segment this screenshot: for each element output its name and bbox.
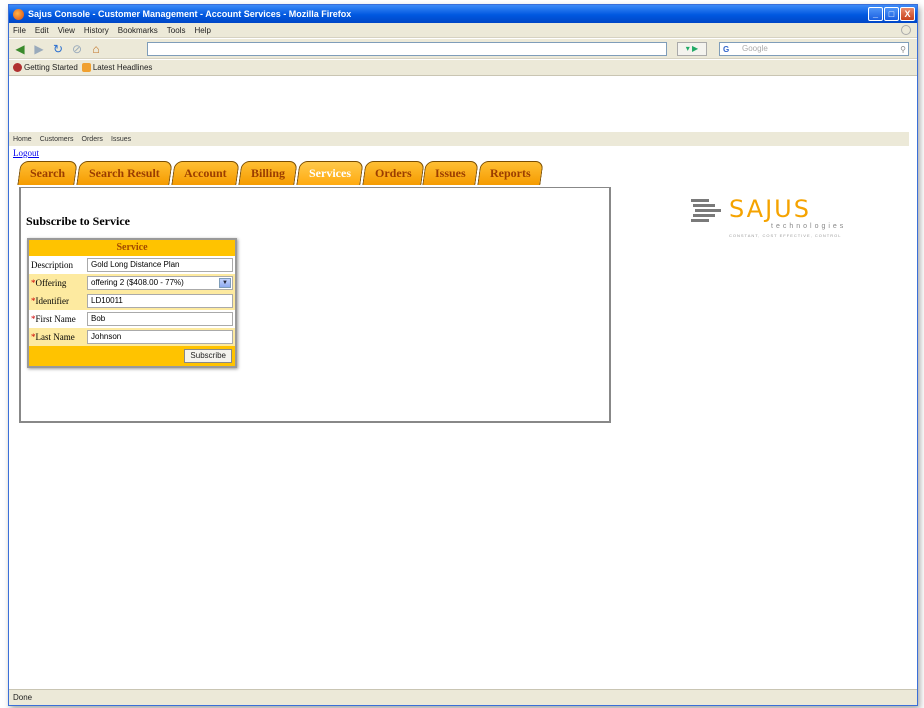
tab-account[interactable]: Account xyxy=(171,161,240,185)
firefox-bookmark-icon xyxy=(13,63,22,73)
last-name-row: *Last Name Johnson xyxy=(29,328,235,346)
tab-issues[interactable]: Issues xyxy=(422,161,479,185)
menu-file[interactable]: File xyxy=(13,26,26,35)
home-icon[interactable]: ⌂ xyxy=(89,42,103,56)
identifier-label: Identifier xyxy=(35,296,69,306)
bookmarks-bar: Getting Started Latest Headlines xyxy=(9,60,917,76)
menu-view[interactable]: View xyxy=(58,26,75,35)
logo-name: SAJUS xyxy=(729,195,811,223)
navigation-toolbar: ◀ ▶ ↻ ⊘ ⌂ ▾ ▶ G Google ⚲ xyxy=(9,39,917,59)
go-button[interactable]: ▾ ▶ xyxy=(677,42,707,56)
title-bar: Sajus Console - Customer Management - Ac… xyxy=(9,5,917,23)
description-field[interactable]: Gold Long Distance Plan xyxy=(87,258,233,272)
tab-search[interactable]: Search xyxy=(17,161,78,185)
window-title: Sajus Console - Customer Management - Ac… xyxy=(28,9,352,19)
first-name-label: First Name xyxy=(35,314,76,324)
bookmark-getting-started[interactable]: Getting Started xyxy=(13,63,78,73)
forward-icon[interactable]: ▶ xyxy=(32,42,46,56)
logo-mark-icon xyxy=(691,197,723,229)
bookmark-latest-headlines[interactable]: Latest Headlines xyxy=(81,63,152,73)
description-row: Description Gold Long Distance Plan xyxy=(29,256,235,274)
nav-home[interactable]: Home xyxy=(13,136,32,143)
subscribe-button[interactable]: Subscribe xyxy=(184,349,232,363)
services-panel: Subscribe to Service Service Description… xyxy=(19,187,611,423)
search-engine-icon[interactable]: G xyxy=(723,44,729,56)
status-bar: Done xyxy=(9,689,917,705)
url-bar[interactable] xyxy=(147,42,667,56)
page-content: Home Customers Orders Issues Logout Sear… xyxy=(9,77,917,689)
stop-icon[interactable]: ⊘ xyxy=(70,42,84,56)
menu-edit[interactable]: Edit xyxy=(35,26,49,35)
logout-link[interactable]: Logout xyxy=(13,148,39,158)
firefox-icon xyxy=(13,8,24,20)
browser-window: Sajus Console - Customer Management - Ac… xyxy=(8,4,918,706)
window-controls: _ □ X xyxy=(868,7,915,21)
throbber-icon xyxy=(901,25,911,35)
search-go-icon[interactable]: ⚲ xyxy=(900,44,906,56)
form-footer: Subscribe xyxy=(29,346,235,366)
first-name-row: *First Name Bob xyxy=(29,310,235,328)
page-title: Subscribe to Service xyxy=(26,214,130,228)
back-icon[interactable]: ◀ xyxy=(13,42,27,56)
service-form: Service Description Gold Long Distance P… xyxy=(27,238,237,368)
nav-issues[interactable]: Issues xyxy=(111,136,131,143)
nav-orders[interactable]: Orders xyxy=(82,136,103,143)
logo-tagline: CONSTANT, COST EFFECTIVE, CONTROL xyxy=(729,233,842,238)
sajus-logo: SAJUS technologies CONSTANT, COST EFFECT… xyxy=(691,195,851,239)
menu-history[interactable]: History xyxy=(84,26,109,35)
tab-billing[interactable]: Billing xyxy=(237,161,298,185)
menu-bookmarks[interactable]: Bookmarks xyxy=(118,26,158,35)
menu-bar: File Edit View History Bookmarks Tools H… xyxy=(9,23,917,38)
identifier-input[interactable]: LD10011 xyxy=(87,294,233,308)
minimize-button[interactable]: _ xyxy=(868,7,883,21)
offering-select[interactable]: offering 2 ($408.00 - 77%) ▼ xyxy=(87,276,233,290)
last-name-input[interactable]: Johnson xyxy=(87,330,233,344)
chevron-down-icon[interactable]: ▼ xyxy=(219,278,231,288)
rss-icon xyxy=(81,63,91,73)
logo-subtitle: technologies xyxy=(771,223,847,230)
offering-row: *Offering offering 2 ($408.00 - 77%) ▼ xyxy=(29,274,235,292)
menu-tools[interactable]: Tools xyxy=(167,26,186,35)
menu-help[interactable]: Help xyxy=(194,26,210,35)
first-name-input[interactable]: Bob xyxy=(87,312,233,326)
search-input[interactable]: G Google ⚲ xyxy=(719,42,909,56)
reload-icon[interactable]: ↻ xyxy=(51,42,65,56)
form-header: Service xyxy=(29,240,235,256)
offering-label: Offering xyxy=(35,278,67,288)
tab-services[interactable]: Services xyxy=(295,161,364,185)
top-nav: Home Customers Orders Issues xyxy=(9,132,909,146)
tab-reports[interactable]: Reports xyxy=(477,161,544,185)
search-placeholder: Google xyxy=(742,44,768,53)
last-name-label: Last Name xyxy=(35,332,75,342)
maximize-button[interactable]: □ xyxy=(884,7,899,21)
close-button[interactable]: X xyxy=(900,7,915,21)
nav-customers[interactable]: Customers xyxy=(40,136,74,143)
description-label: Description xyxy=(31,260,73,270)
tab-search-result[interactable]: Search Result xyxy=(76,161,173,185)
tab-bar: Search Search Result Account Billing Ser… xyxy=(17,161,544,185)
identifier-row: *Identifier LD10011 xyxy=(29,292,235,310)
tab-orders[interactable]: Orders xyxy=(361,161,424,185)
